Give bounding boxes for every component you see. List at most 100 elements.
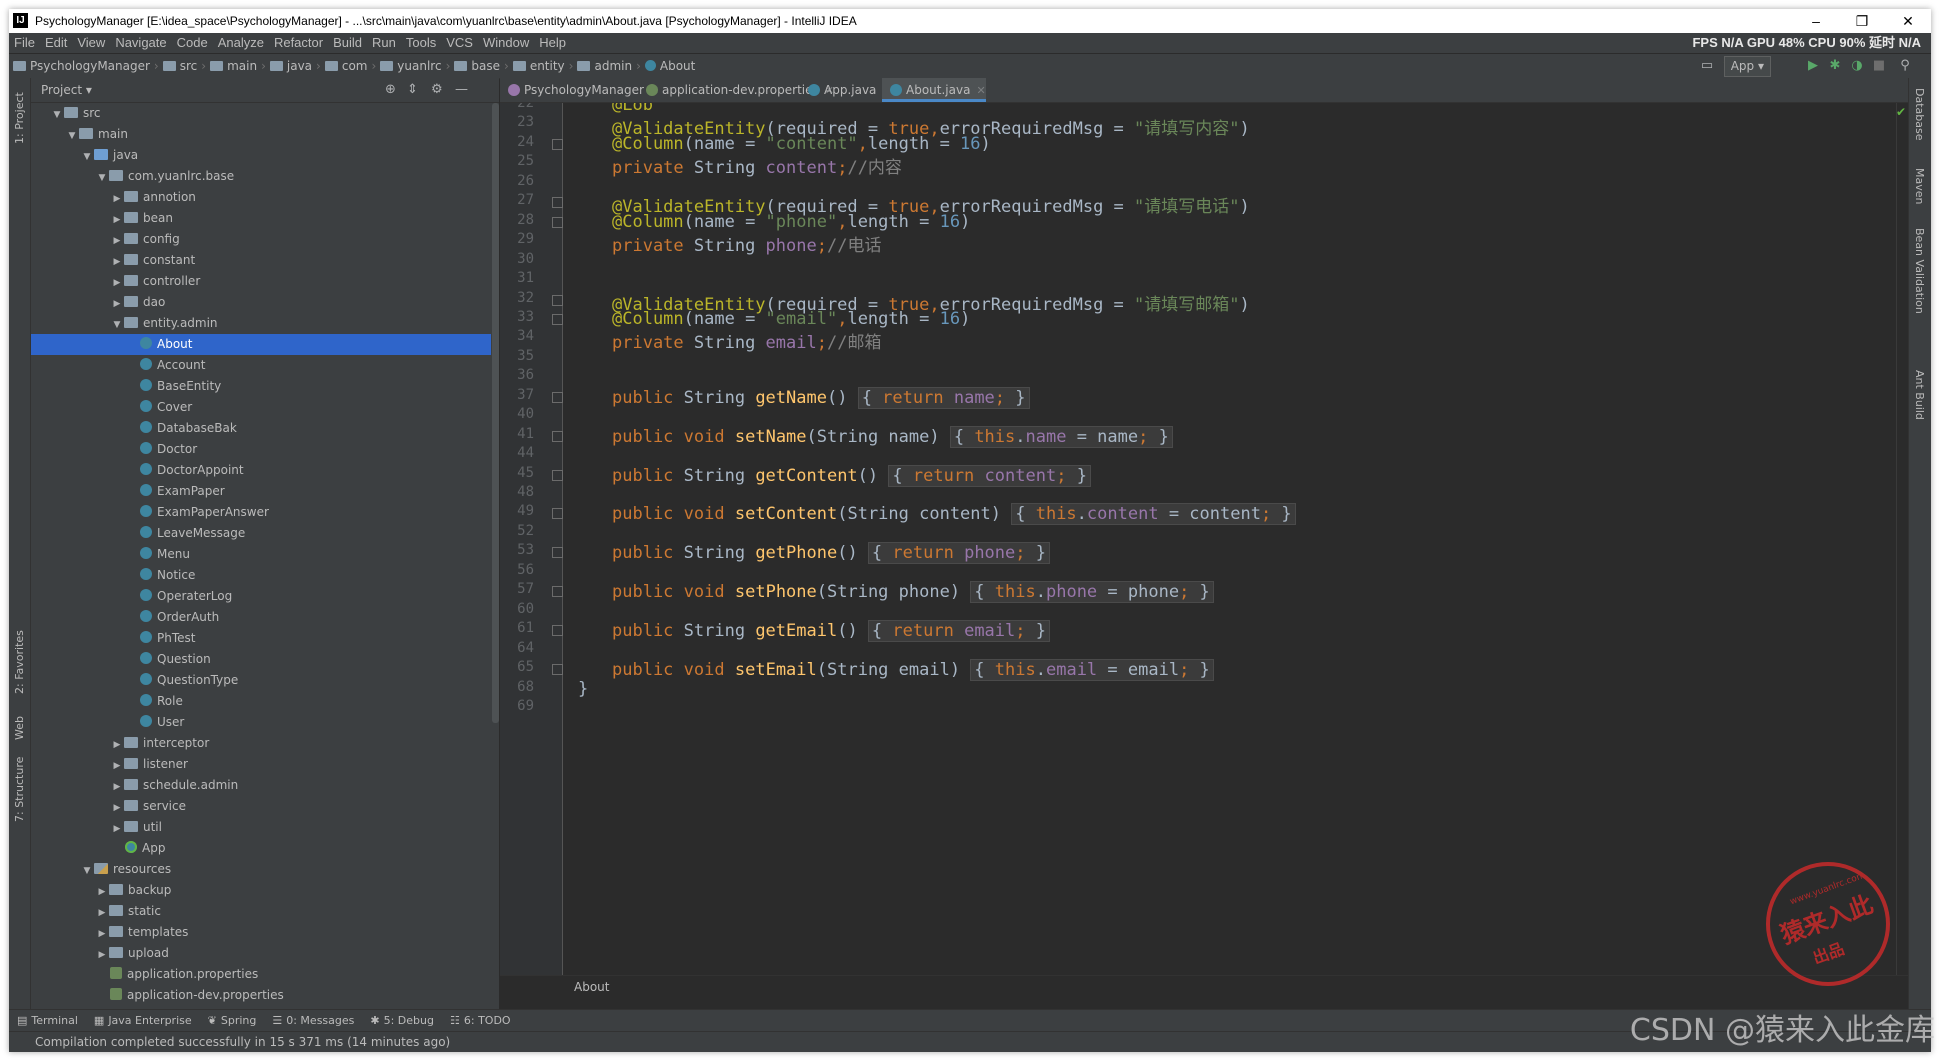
tree-item-java[interactable]: ▼ java xyxy=(31,145,491,166)
code-line[interactable]: public String getEmail() { return email;… xyxy=(612,620,1050,643)
gear-icon[interactable]: ⚙ xyxy=(431,78,443,102)
breadcrumb-item[interactable]: About xyxy=(641,54,695,78)
menu-item-build[interactable]: Build xyxy=(328,33,367,53)
project-view-select[interactable]: Project ▾ xyxy=(41,83,92,97)
collapse-icon[interactable]: ⇕ xyxy=(407,78,418,102)
expand-right-icon[interactable]: ▶ xyxy=(110,231,124,252)
code-editor[interactable]: 22 23 24 25 26 27 28 29 30 31 32 33 34 35 36 37 40 41 44 45… xyxy=(500,103,1908,976)
tree-item-main[interactable]: ▼ main xyxy=(31,124,491,145)
expand-down-icon[interactable]: ▼ xyxy=(110,315,124,336)
tree-item-baseentity[interactable]: BaseEntity xyxy=(31,376,491,397)
expand-right-icon[interactable]: ▶ xyxy=(95,924,109,945)
fold-marker-icon[interactable] xyxy=(552,586,563,598)
run-icon[interactable]: ▶ xyxy=(1805,58,1821,74)
breadcrumb-item[interactable]: base › xyxy=(450,54,509,78)
breadcrumb-item[interactable]: src › xyxy=(159,54,206,78)
breadcrumb-item[interactable]: entity › xyxy=(509,54,573,78)
menu-item-window[interactable]: Window xyxy=(478,33,534,53)
tree-item-src[interactable]: ▼ src xyxy=(31,103,491,124)
fold-marker-icon[interactable] xyxy=(552,469,563,481)
tree-item-bean[interactable]: ▶ bean xyxy=(31,208,491,229)
tree-item-about[interactable]: About xyxy=(31,334,491,355)
fold-marker-icon[interactable] xyxy=(552,664,563,676)
stop-icon[interactable]: ■ xyxy=(1871,58,1887,74)
code-line[interactable]: private String phone;//电话 xyxy=(612,231,881,256)
menu-item-code[interactable]: Code xyxy=(172,33,213,53)
menu-item-refactor[interactable]: Refactor xyxy=(269,33,328,53)
tree-item-questiontype[interactable]: QuestionType xyxy=(31,670,491,691)
tree-item-doctorappoint[interactable]: DoctorAppoint xyxy=(31,460,491,481)
menu-item-edit[interactable]: Edit xyxy=(40,33,72,53)
fold-marker-icon[interactable] xyxy=(552,197,563,209)
tree-item-util[interactable]: ▶ util xyxy=(31,817,491,838)
debug-icon[interactable]: ✱ xyxy=(1827,58,1843,74)
tree-item-role[interactable]: Role xyxy=(31,691,491,712)
code-line[interactable]: public String getContent() { return cont… xyxy=(612,464,1091,487)
tree-item-exampaperanswer[interactable]: ExamPaperAnswer xyxy=(31,502,491,523)
favorites-tool-tab[interactable]: 2: Favorites xyxy=(9,626,30,696)
expand-right-icon[interactable]: ▶ xyxy=(110,777,124,798)
menu-item-navigate[interactable]: Navigate xyxy=(110,33,171,53)
menu-item-vcs[interactable]: VCS xyxy=(441,33,478,53)
fold-marker-icon[interactable] xyxy=(552,391,563,403)
tree-item-backup[interactable]: ▶ backup xyxy=(31,880,491,901)
editor-breadcrumb[interactable]: About xyxy=(500,975,1908,998)
expand-right-icon[interactable]: ▶ xyxy=(110,294,124,315)
tool-window-java-enterprise[interactable]: ▦ Java Enterprise xyxy=(86,1010,200,1032)
expand-right-icon[interactable]: ▶ xyxy=(110,819,124,840)
tab-psychologymanager[interactable]: PsychologyManager✕ xyxy=(500,78,659,102)
tree-item-dao[interactable]: ▶ dao xyxy=(31,292,491,313)
tool-window-5-debug[interactable]: ✱ 5: Debug xyxy=(362,1010,442,1032)
fold-marker-icon[interactable] xyxy=(552,294,563,306)
tree-item-interceptor[interactable]: ▶ interceptor xyxy=(31,733,491,754)
layout-icon[interactable]: ▭ xyxy=(1699,58,1715,74)
maven-tool-tab[interactable]: Maven xyxy=(1913,168,1926,204)
tree-item-cover[interactable]: Cover xyxy=(31,397,491,418)
tree-item-notice[interactable]: Notice xyxy=(31,565,491,586)
search-icon[interactable]: ⚲ xyxy=(1897,58,1913,74)
tree-item-exampaper[interactable]: ExamPaper xyxy=(31,481,491,502)
tree-item-phtest[interactable]: PhTest xyxy=(31,628,491,649)
menu-item-file[interactable]: File xyxy=(9,33,40,53)
tree-item-user[interactable]: User xyxy=(31,712,491,733)
menu-item-view[interactable]: View xyxy=(72,33,110,53)
expand-right-icon[interactable]: ▶ xyxy=(110,735,124,756)
code-line[interactable]: public void setContent(String content) {… xyxy=(612,503,1296,526)
tree-item-config[interactable]: ▶ config xyxy=(31,229,491,250)
tab-about-java[interactable]: About.java ✕ xyxy=(882,78,986,102)
expand-down-icon[interactable]: ▼ xyxy=(50,105,64,126)
code-line[interactable]: } xyxy=(578,679,588,699)
locate-icon[interactable]: ⊕ xyxy=(385,78,396,102)
code-line[interactable]: private String email;//邮箱 xyxy=(612,328,881,353)
tree-item-constant[interactable]: ▶ constant xyxy=(31,250,491,271)
menu-item-tools[interactable]: Tools xyxy=(401,33,441,53)
ant-build-tool-tab[interactable]: Ant Build xyxy=(1913,370,1926,420)
code-line[interactable]: @Lob xyxy=(612,103,653,115)
expand-right-icon[interactable]: ▶ xyxy=(110,273,124,294)
code-area[interactable]: @Lob @ValidateEntity(required = true,erro… xyxy=(570,103,1908,976)
tree-item-application-dev-properties[interactable]: application-dev.properties xyxy=(31,985,491,1006)
fold-marker-icon[interactable] xyxy=(552,216,563,228)
expand-right-icon[interactable]: ▶ xyxy=(110,210,124,231)
fold-marker-icon[interactable] xyxy=(552,138,563,150)
coverage-icon[interactable]: ◑ xyxy=(1849,58,1865,74)
code-line[interactable]: @Column(name = "phone",length = 16) xyxy=(612,212,970,232)
tree-item-databasebak[interactable]: DatabaseBak xyxy=(31,418,491,439)
tree-item-account[interactable]: Account xyxy=(31,355,491,376)
menu-item-help[interactable]: Help xyxy=(534,33,571,53)
tree-item-application-properties[interactable]: application.properties xyxy=(31,964,491,985)
expand-down-icon[interactable]: ▼ xyxy=(80,861,94,882)
tree-item-doctor[interactable]: Doctor xyxy=(31,439,491,460)
expand-right-icon[interactable]: ▶ xyxy=(95,945,109,966)
tool-window-spring[interactable]: ❦ Spring xyxy=(200,1010,265,1032)
fold-marker-icon[interactable] xyxy=(552,625,563,637)
database-tool-tab[interactable]: Database xyxy=(1913,88,1926,141)
tool-window-0-messages[interactable]: ☰ 0: Messages xyxy=(264,1010,362,1032)
tree-item-static[interactable]: ▶ static xyxy=(31,901,491,922)
run-configuration-select[interactable]: App ▾ xyxy=(1723,56,1771,77)
tree-item-templates[interactable]: ▶ templates xyxy=(31,922,491,943)
menu-item-run[interactable]: Run xyxy=(367,33,401,53)
fold-marker-icon[interactable] xyxy=(552,508,563,520)
code-line[interactable]: public void setEmail(String email) { thi… xyxy=(612,659,1214,682)
code-line[interactable]: private String content;//内容 xyxy=(612,153,902,178)
